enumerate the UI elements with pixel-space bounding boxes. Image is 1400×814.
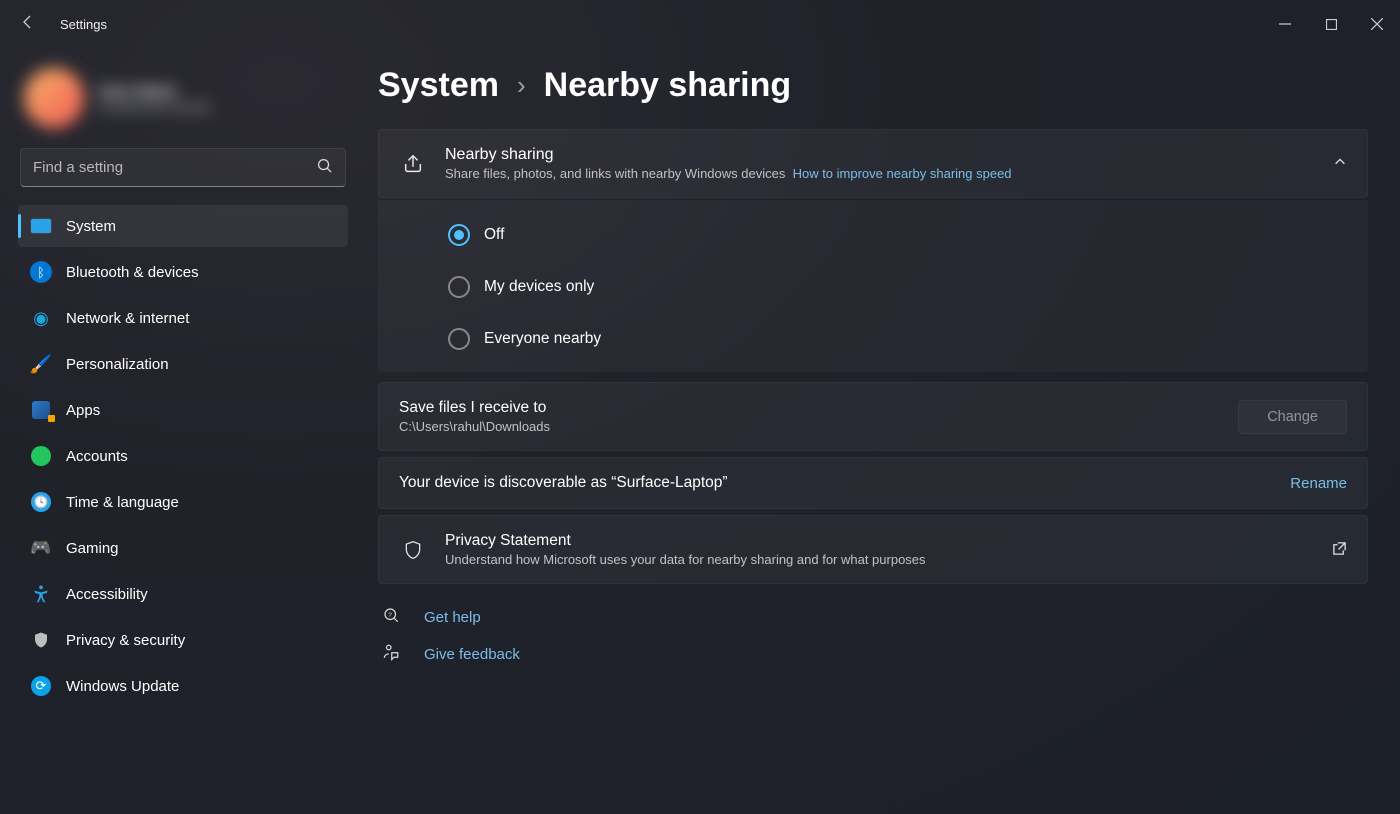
arrow-left-icon (20, 14, 36, 30)
maximize-icon (1326, 19, 1337, 30)
help-icon: ? (382, 606, 404, 629)
clock-icon: 🕓 (30, 491, 52, 513)
sidebar-item-personalization[interactable]: 🖌️ Personalization (18, 343, 348, 385)
user-name: User Name (98, 83, 211, 100)
svg-text:?: ? (388, 612, 392, 619)
person-icon (30, 445, 52, 467)
privacy-subtitle: Understand how Microsoft uses your data … (445, 552, 1314, 567)
sidebar-item-label: Bluetooth & devices (66, 264, 199, 281)
get-help-link[interactable]: ? Get help (382, 606, 1368, 629)
sidebar-item-label: Gaming (66, 540, 119, 557)
discover-text: Your device is discoverable as “Surface-… (399, 474, 1272, 492)
improve-speed-link[interactable]: How to improve nearby sharing speed (793, 166, 1012, 181)
nearby-title: Nearby sharing (445, 146, 1315, 164)
feedback-icon (382, 643, 404, 666)
sidebar-item-time-language[interactable]: 🕓 Time & language (18, 481, 348, 523)
back-button[interactable] (14, 8, 42, 41)
privacy-title: Privacy Statement (445, 532, 1314, 550)
search-icon (317, 158, 332, 177)
external-link-icon (1332, 541, 1347, 559)
nearby-options: Off My devices only Everyone nearby (378, 200, 1368, 372)
user-block[interactable]: User Name user@email.example (18, 56, 348, 148)
search-wrap (20, 148, 346, 187)
nearby-sharing-card[interactable]: Nearby sharing Share files, photos, and … (378, 129, 1368, 198)
nearby-subtitle-text: Share files, photos, and links with near… (445, 166, 785, 181)
radio-label: Off (484, 226, 504, 244)
user-email: user@email.example (98, 100, 211, 114)
breadcrumb-parent[interactable]: System (378, 66, 499, 105)
sidebar-item-bluetooth[interactable]: ᛒ Bluetooth & devices (18, 251, 348, 293)
radio-label: Everyone nearby (484, 330, 601, 348)
titlebar: Settings (0, 0, 1400, 48)
radio-icon (448, 224, 470, 246)
share-icon (399, 150, 427, 178)
bluetooth-icon: ᛒ (30, 261, 52, 283)
minimize-button[interactable] (1262, 8, 1308, 40)
brush-icon: 🖌️ (30, 353, 52, 375)
sidebar-item-apps[interactable]: Apps (18, 389, 348, 431)
give-feedback-link[interactable]: Give feedback (382, 643, 1368, 666)
footer-links: ? Get help Give feedback (378, 606, 1368, 666)
gamepad-icon: 🎮 (30, 537, 52, 559)
sidebar-item-label: Accessibility (66, 586, 148, 603)
sidebar-item-label: Personalization (66, 356, 169, 373)
update-icon: ⟳ (30, 675, 52, 697)
page-title: Nearby sharing (544, 66, 792, 105)
sidebar-item-label: Privacy & security (66, 632, 185, 649)
app-title: Settings (60, 17, 107, 32)
sidebar-item-accessibility[interactable]: Accessibility (18, 573, 348, 615)
sidebar-item-label: Accounts (66, 448, 128, 465)
close-button[interactable] (1354, 8, 1400, 40)
save-location-card: Save files I receive to C:\Users\rahul\D… (378, 382, 1368, 451)
sidebar-item-label: Time & language (66, 494, 179, 511)
save-title: Save files I receive to (399, 399, 1220, 417)
sidebar-item-gaming[interactable]: 🎮 Gaming (18, 527, 348, 569)
sidebar-item-system[interactable]: System (18, 205, 348, 247)
sidebar-item-label: Apps (66, 402, 100, 419)
sidebar-item-label: System (66, 218, 116, 235)
breadcrumb: System › Nearby sharing (378, 66, 1368, 105)
sidebar-item-windows-update[interactable]: ⟳ Windows Update (18, 665, 348, 707)
accessibility-icon (30, 583, 52, 605)
shield-outline-icon (399, 536, 427, 564)
chevron-right-icon: › (517, 70, 526, 101)
search-input[interactable] (20, 148, 346, 187)
give-feedback-text: Give feedback (424, 646, 520, 663)
sidebar-item-accounts[interactable]: Accounts (18, 435, 348, 477)
radio-label: My devices only (484, 278, 594, 296)
change-button[interactable]: Change (1238, 400, 1347, 434)
nav: System ᛒ Bluetooth & devices ◉ Network &… (18, 205, 348, 707)
radio-icon (448, 328, 470, 350)
discoverable-card: Your device is discoverable as “Surface-… (378, 457, 1368, 509)
get-help-text: Get help (424, 609, 481, 626)
radio-icon (448, 276, 470, 298)
apps-icon (30, 399, 52, 421)
main-content: System › Nearby sharing Nearby sharing S… (360, 48, 1400, 814)
maximize-button[interactable] (1308, 8, 1354, 40)
radio-my-devices[interactable]: My devices only (448, 276, 1348, 298)
sidebar: User Name user@email.example System ᛒ Bl… (0, 48, 360, 814)
save-path: C:\Users\rahul\Downloads (399, 419, 1220, 434)
avatar (24, 68, 84, 128)
sidebar-item-network[interactable]: ◉ Network & internet (18, 297, 348, 339)
chevron-up-icon (1333, 155, 1347, 172)
system-icon (30, 215, 52, 237)
wifi-icon: ◉ (30, 307, 52, 329)
privacy-card[interactable]: Privacy Statement Understand how Microso… (378, 515, 1368, 584)
nearby-subtitle: Share files, photos, and links with near… (445, 166, 1315, 181)
close-icon (1371, 18, 1383, 30)
radio-off[interactable]: Off (448, 224, 1348, 246)
sidebar-item-label: Network & internet (66, 310, 189, 327)
minimize-icon (1279, 18, 1291, 30)
sidebar-item-label: Windows Update (66, 678, 179, 695)
radio-everyone[interactable]: Everyone nearby (448, 328, 1348, 350)
shield-icon (30, 629, 52, 651)
rename-link[interactable]: Rename (1290, 475, 1347, 492)
sidebar-item-privacy[interactable]: Privacy & security (18, 619, 348, 661)
